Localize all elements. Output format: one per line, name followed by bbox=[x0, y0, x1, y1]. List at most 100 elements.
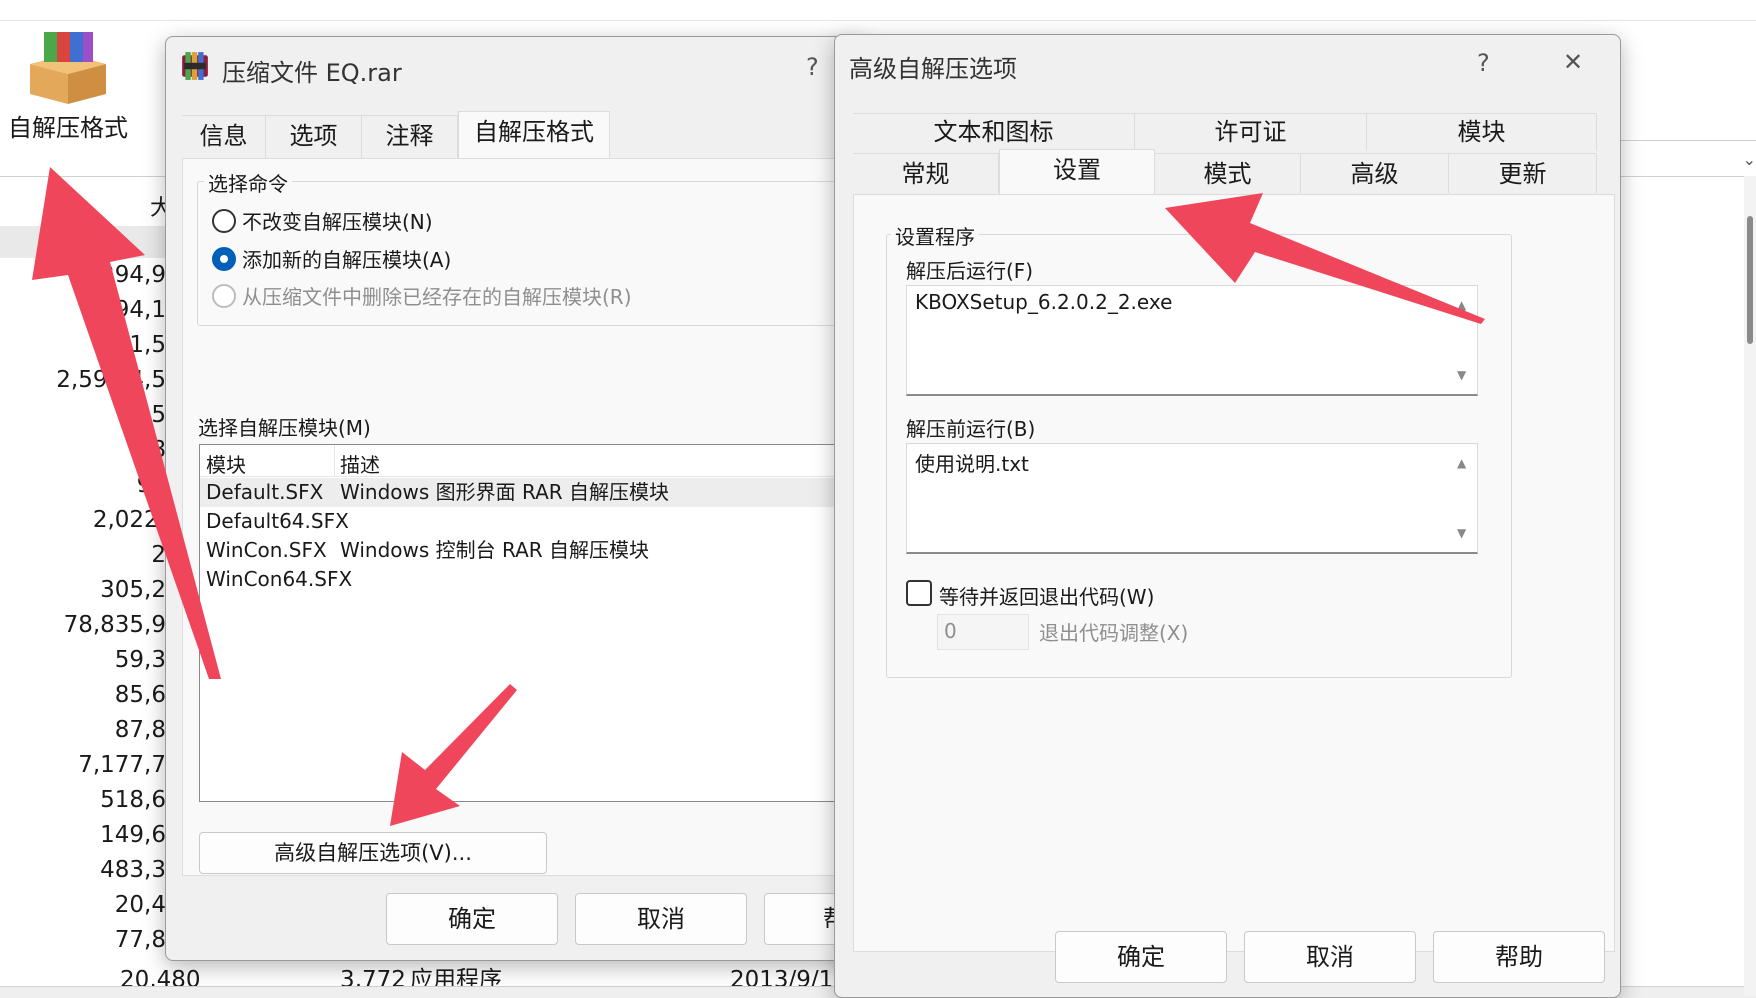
wait-exit-code-checkbox[interactable] bbox=[906, 580, 932, 606]
tab-text-and-icon[interactable]: 文本和图标 bbox=[853, 113, 1135, 151]
divider bbox=[1620, 140, 1756, 141]
file-size-cell[interactable]: 7,177,7 bbox=[0, 748, 170, 783]
wait-exit-code-label: 等待并返回退出代码(W) bbox=[939, 585, 1155, 609]
file-size-cell[interactable]: 518,6 bbox=[0, 783, 170, 818]
file-size-column: 294,9 94,1 1,5 2,593,4,5 5 88 90 2,022, … bbox=[0, 258, 170, 958]
setup-program-group: 设置程序 解压后运行(F) KBOXSetup_6.2.0.2_2.exe ▲ … bbox=[886, 221, 1512, 678]
ok-button[interactable]: 确定 bbox=[386, 893, 558, 945]
sfx-toolbar-label: 自解压格式 bbox=[8, 114, 128, 142]
scroll-down-icon[interactable]: ▼ bbox=[1457, 368, 1466, 382]
module-name: WinCon.SFX bbox=[206, 538, 327, 562]
scroll-up-icon[interactable]: ▲ bbox=[1457, 456, 1466, 470]
radio-label: 从压缩文件中删除已经存在的自解压模块(R) bbox=[242, 285, 632, 309]
radio-keep-module[interactable]: 不改变自解压模块(N) bbox=[212, 206, 433, 235]
file-size-cell[interactable]: 90 bbox=[0, 468, 170, 503]
tab-sfx-format[interactable]: 自解压格式 bbox=[458, 111, 610, 159]
file-size-cell[interactable]: 1,5 bbox=[0, 328, 170, 363]
file-size-cell[interactable]: 305,2 bbox=[0, 573, 170, 608]
tab-mode[interactable]: 模式 bbox=[1155, 153, 1301, 193]
scrollbar-thumb[interactable] bbox=[1747, 216, 1753, 344]
sfx-toolbar-button[interactable]: 自解压格式 bbox=[0, 28, 150, 142]
textarea-scrollbar[interactable]: ▲ ▼ bbox=[1453, 286, 1473, 394]
help-button[interactable]: 帮助 bbox=[1433, 931, 1605, 983]
scroll-down-icon[interactable]: ▼ bbox=[1457, 526, 1466, 540]
sfx-tab-panel: 选择命令 不改变自解压模块(N) 添加新的自解压模块(A) 从压缩文件中删除已经… bbox=[182, 158, 864, 876]
selected-row-highlight bbox=[0, 226, 170, 258]
setup-tab-panel: 设置程序 解压后运行(F) KBOXSetup_6.2.0.2_2.exe ▲ … bbox=[853, 194, 1615, 952]
run-before-label: 解压前运行(B) bbox=[906, 417, 1036, 441]
file-size-cell[interactable]: 2,022, bbox=[0, 503, 170, 538]
tab-info[interactable]: 信息 bbox=[182, 115, 266, 159]
exit-code-input[interactable]: 0 bbox=[937, 614, 1029, 650]
advanced-sfx-options-button[interactable]: 高级自解压选项(V)... bbox=[199, 832, 547, 874]
file-size-cell[interactable]: 2 bbox=[0, 538, 170, 573]
file-size-cell[interactable]: 85,6 bbox=[0, 678, 170, 713]
close-icon[interactable]: ✕ bbox=[1563, 48, 1583, 76]
file-size-cell[interactable]: 5 bbox=[0, 398, 170, 433]
tab-options[interactable]: 选项 bbox=[266, 115, 362, 159]
cancel-button[interactable]: 取消 bbox=[1244, 931, 1416, 983]
module-select-label: 选择自解压模块(M) bbox=[198, 416, 371, 440]
tab-module[interactable]: 模块 bbox=[1367, 113, 1597, 151]
group-legend: 选择命令 bbox=[204, 168, 292, 197]
file-size-cell[interactable]: 94,1 bbox=[0, 293, 170, 328]
radio-button[interactable] bbox=[212, 208, 236, 233]
list-item[interactable]: WinCon.SFX Windows 控制台 RAR 自解压模块 bbox=[200, 536, 864, 565]
file-size-cell[interactable]: 78,835,9 bbox=[0, 608, 170, 643]
radio-button[interactable] bbox=[212, 283, 236, 308]
cancel-button[interactable]: 取消 bbox=[575, 893, 747, 945]
radio-label: 添加新的自解压模块(A) bbox=[242, 248, 452, 272]
tab-setup[interactable]: 设置 bbox=[999, 149, 1155, 195]
radio-button[interactable] bbox=[212, 246, 236, 271]
file-size-cell[interactable]: 149,6 bbox=[0, 818, 170, 853]
tab-advanced[interactable]: 高级 bbox=[1301, 153, 1449, 193]
help-icon[interactable]: ? bbox=[806, 53, 819, 81]
ok-button[interactable]: 确定 bbox=[1055, 931, 1227, 983]
help-icon[interactable]: ? bbox=[1477, 49, 1490, 77]
radio-add-module[interactable]: 添加新的自解压模块(A) bbox=[212, 244, 451, 273]
tab-update[interactable]: 更新 bbox=[1449, 153, 1597, 193]
group-legend: 设置程序 bbox=[891, 221, 979, 250]
archive-properties-dialog: 压缩文件 EQ.rar ? 信息 选项 注释 自解压格式 选择命令 不改变自解压… bbox=[165, 36, 865, 961]
vertical-scrollbar[interactable] bbox=[1744, 176, 1756, 996]
file-size-cell[interactable]: 20,4 bbox=[0, 888, 170, 923]
file-size-cell[interactable]: 77,8 bbox=[0, 923, 170, 958]
list-item[interactable]: WinCon64.SFX bbox=[200, 565, 864, 594]
column-header-description[interactable]: 描述 bbox=[340, 449, 380, 478]
tab-comment[interactable]: 注释 bbox=[362, 115, 458, 159]
textarea-scrollbar[interactable]: ▲ ▼ bbox=[1453, 444, 1473, 552]
module-name: WinCon64.SFX bbox=[206, 567, 353, 591]
chevron-down-icon[interactable]: ⌄ bbox=[1743, 150, 1756, 169]
module-name: Default64.SFX bbox=[206, 509, 349, 533]
window-top-border bbox=[0, 20, 1756, 21]
module-description: Windows 控制台 RAR 自解压模块 bbox=[340, 538, 650, 562]
list-item[interactable]: Default.SFX Windows 图形界面 RAR 自解压模块 bbox=[200, 478, 864, 507]
run-after-value: KBOXSetup_6.2.0.2_2.exe bbox=[915, 290, 1173, 314]
column-divider[interactable] bbox=[334, 445, 335, 477]
radio-remove-module[interactable]: 从压缩文件中删除已经存在的自解压模块(R) bbox=[212, 281, 632, 310]
file-size-cell[interactable]: 88 bbox=[0, 433, 170, 468]
dialog-title: 压缩文件 EQ.rar bbox=[222, 59, 402, 87]
run-after-input[interactable]: KBOXSetup_6.2.0.2_2.exe ▲ ▼ bbox=[906, 285, 1478, 396]
file-size-cell[interactable]: 87,8 bbox=[0, 713, 170, 748]
list-header: 模块 描述 bbox=[200, 445, 864, 478]
file-size-cell[interactable]: 2,593,4,5 bbox=[0, 363, 170, 398]
module-description: Windows 图形界面 RAR 自解压模块 bbox=[340, 480, 670, 504]
run-before-value: 使用说明.txt bbox=[915, 452, 1029, 476]
run-before-input[interactable]: 使用说明.txt ▲ ▼ bbox=[906, 443, 1478, 554]
tab-general[interactable]: 常规 bbox=[853, 153, 999, 193]
tab-license[interactable]: 许可证 bbox=[1135, 113, 1367, 151]
column-header-module[interactable]: 模块 bbox=[206, 449, 246, 478]
file-size-cell[interactable]: 59,3 bbox=[0, 643, 170, 678]
run-after-label: 解压后运行(F) bbox=[906, 259, 1034, 283]
radio-label: 不改变自解压模块(N) bbox=[242, 210, 433, 234]
file-size-cell[interactable]: 294,9 bbox=[0, 258, 170, 293]
list-item[interactable]: Default64.SFX bbox=[200, 507, 864, 536]
scroll-up-icon[interactable]: ▲ bbox=[1457, 298, 1466, 312]
winrar-app-icon bbox=[182, 52, 208, 80]
winrar-archive-icon bbox=[30, 32, 106, 104]
advanced-sfx-options-dialog: 高级自解压选项 ? ✕ 文本和图标 许可证 模块 常规 设置 模式 高级 更新 … bbox=[834, 34, 1621, 998]
dialog-title: 高级自解压选项 bbox=[849, 55, 1017, 83]
sfx-module-list[interactable]: 模块 描述 Default.SFX Windows 图形界面 RAR 自解压模块… bbox=[199, 444, 864, 802]
file-size-cell[interactable]: 483,3 bbox=[0, 853, 170, 888]
